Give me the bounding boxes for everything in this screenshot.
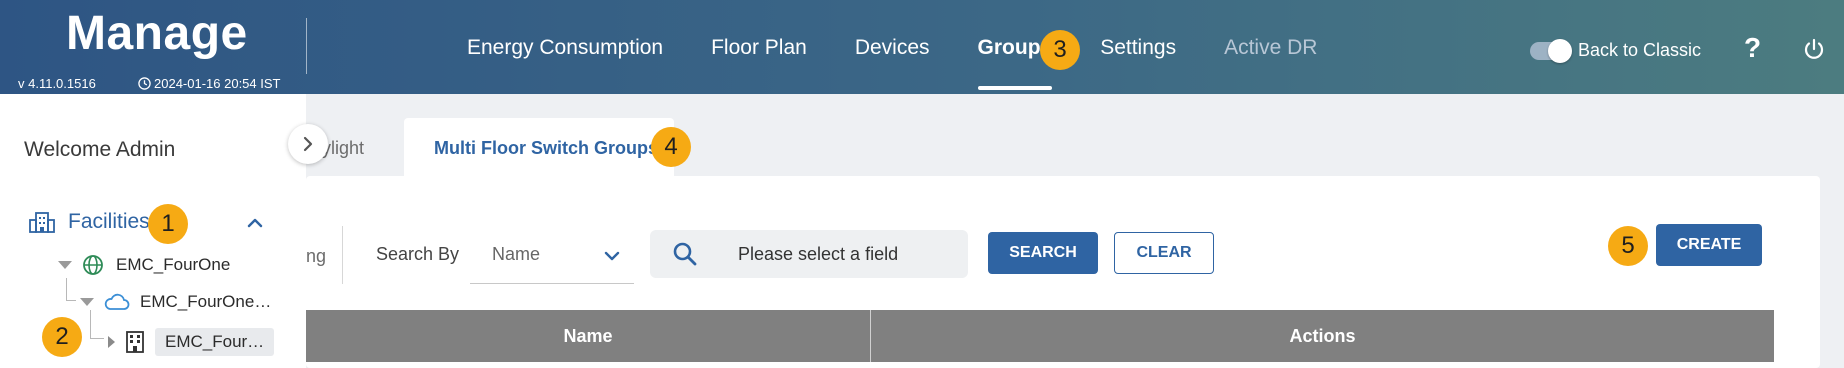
tree-node-label: EMC_FourOne… — [140, 292, 272, 311]
tree-connector — [66, 278, 67, 300]
nav-floor-plan[interactable]: Floor Plan — [711, 36, 807, 60]
toggle-knob — [1548, 38, 1572, 63]
power-icon[interactable] — [1802, 38, 1826, 62]
toggle-label: Back to Classic — [1578, 40, 1702, 60]
welcome-text: Welcome Admin — [24, 138, 176, 161]
main-nav: Energy Consumption Floor Plan Devices Gr… — [467, 36, 1365, 90]
search-by-label: Search By — [376, 244, 460, 264]
groups-content-card: ng Search By Name Please select a field … — [306, 176, 1820, 368]
filter-truncated-label: ng — [306, 246, 327, 266]
table-header: Name Actions — [306, 310, 1774, 362]
globe-icon — [83, 255, 103, 275]
sidebar-collapse-button[interactable] — [288, 124, 328, 164]
facilities-label: Facilities — [68, 210, 150, 233]
app-title: Manage — [66, 7, 248, 60]
help-icon[interactable]: ? — [1744, 32, 1761, 64]
create-button[interactable]: CREATE — [1656, 224, 1762, 266]
tree-connector — [90, 338, 104, 339]
tree-connector — [90, 310, 91, 338]
tree-node-building[interactable]: EMC_Four… — [108, 328, 275, 356]
search-input[interactable]: Please select a field — [650, 230, 968, 278]
filter-divider — [342, 226, 343, 284]
header-divider — [306, 18, 307, 74]
tree-node-label: EMC_FourOne — [116, 255, 231, 274]
chevron-right-icon — [303, 136, 313, 152]
timestamp: 2024-01-16 20:54 IST — [138, 76, 280, 91]
search-icon — [673, 242, 697, 266]
toggle-switch[interactable] — [1530, 38, 1572, 63]
chevron-down-icon — [604, 251, 620, 261]
expand-caret-icon[interactable] — [58, 261, 72, 269]
tree-node-emc-fourone-child[interactable]: EMC_FourOne… — [80, 292, 271, 312]
tab-multi-floor-switch-groups[interactable]: Multi Floor Switch Groups — [404, 118, 674, 178]
column-header-name[interactable]: Name — [306, 310, 871, 362]
expand-caret-icon[interactable] — [80, 298, 94, 306]
chevron-up-icon[interactable] — [244, 212, 266, 234]
search-by-value: Name — [492, 244, 541, 264]
tree-node-emc-fourone[interactable]: EMC_FourOne — [58, 254, 230, 276]
back-to-classic-toggle[interactable]: Back to Classic — [1530, 38, 1702, 63]
annotation-badge-3: 3 — [1040, 30, 1080, 70]
nav-devices[interactable]: Devices — [855, 36, 930, 60]
column-header-actions: Actions — [1289, 325, 1356, 346]
top-header: Manage v 4.11.0.1516 2024-01-16 20:54 IS… — [0, 0, 1844, 94]
version-label: v 4.11.0.1516 — [18, 76, 96, 91]
tab-active-label: Multi Floor Switch Groups — [434, 138, 658, 158]
nav-energy-consumption[interactable]: Energy Consumption — [467, 36, 663, 60]
expand-caret-icon[interactable] — [108, 336, 115, 348]
nav-settings[interactable]: Settings — [1100, 36, 1176, 60]
tree-node-label-selected: EMC_Four… — [155, 328, 275, 356]
brand-block: Manage v 4.11.0.1516 2024-01-16 20:54 IS… — [0, 0, 306, 94]
building-icon — [126, 331, 144, 353]
clock-icon — [138, 77, 151, 90]
timestamp-text: 2024-01-16 20:54 IST — [154, 76, 281, 91]
clear-button[interactable]: CLEAR — [1114, 232, 1214, 274]
facilities-icon — [29, 212, 55, 233]
search-button[interactable]: SEARCH — [988, 232, 1098, 274]
annotation-badge-1: 1 — [148, 204, 188, 244]
tab-daylight[interactable]: ylight — [322, 138, 364, 159]
cloud-icon — [104, 293, 130, 310]
nav-active-dr[interactable]: Active DR — [1224, 36, 1317, 60]
annotation-badge-5: 5 — [1608, 226, 1648, 266]
annotation-badge-4: 4 — [651, 127, 691, 167]
tree-connector — [66, 300, 76, 301]
annotation-badge-2: 2 — [42, 317, 82, 357]
search-placeholder: Please select a field — [738, 244, 899, 264]
facilities-header[interactable]: Facilities — [28, 210, 150, 234]
search-by-select[interactable]: Name — [470, 228, 634, 284]
